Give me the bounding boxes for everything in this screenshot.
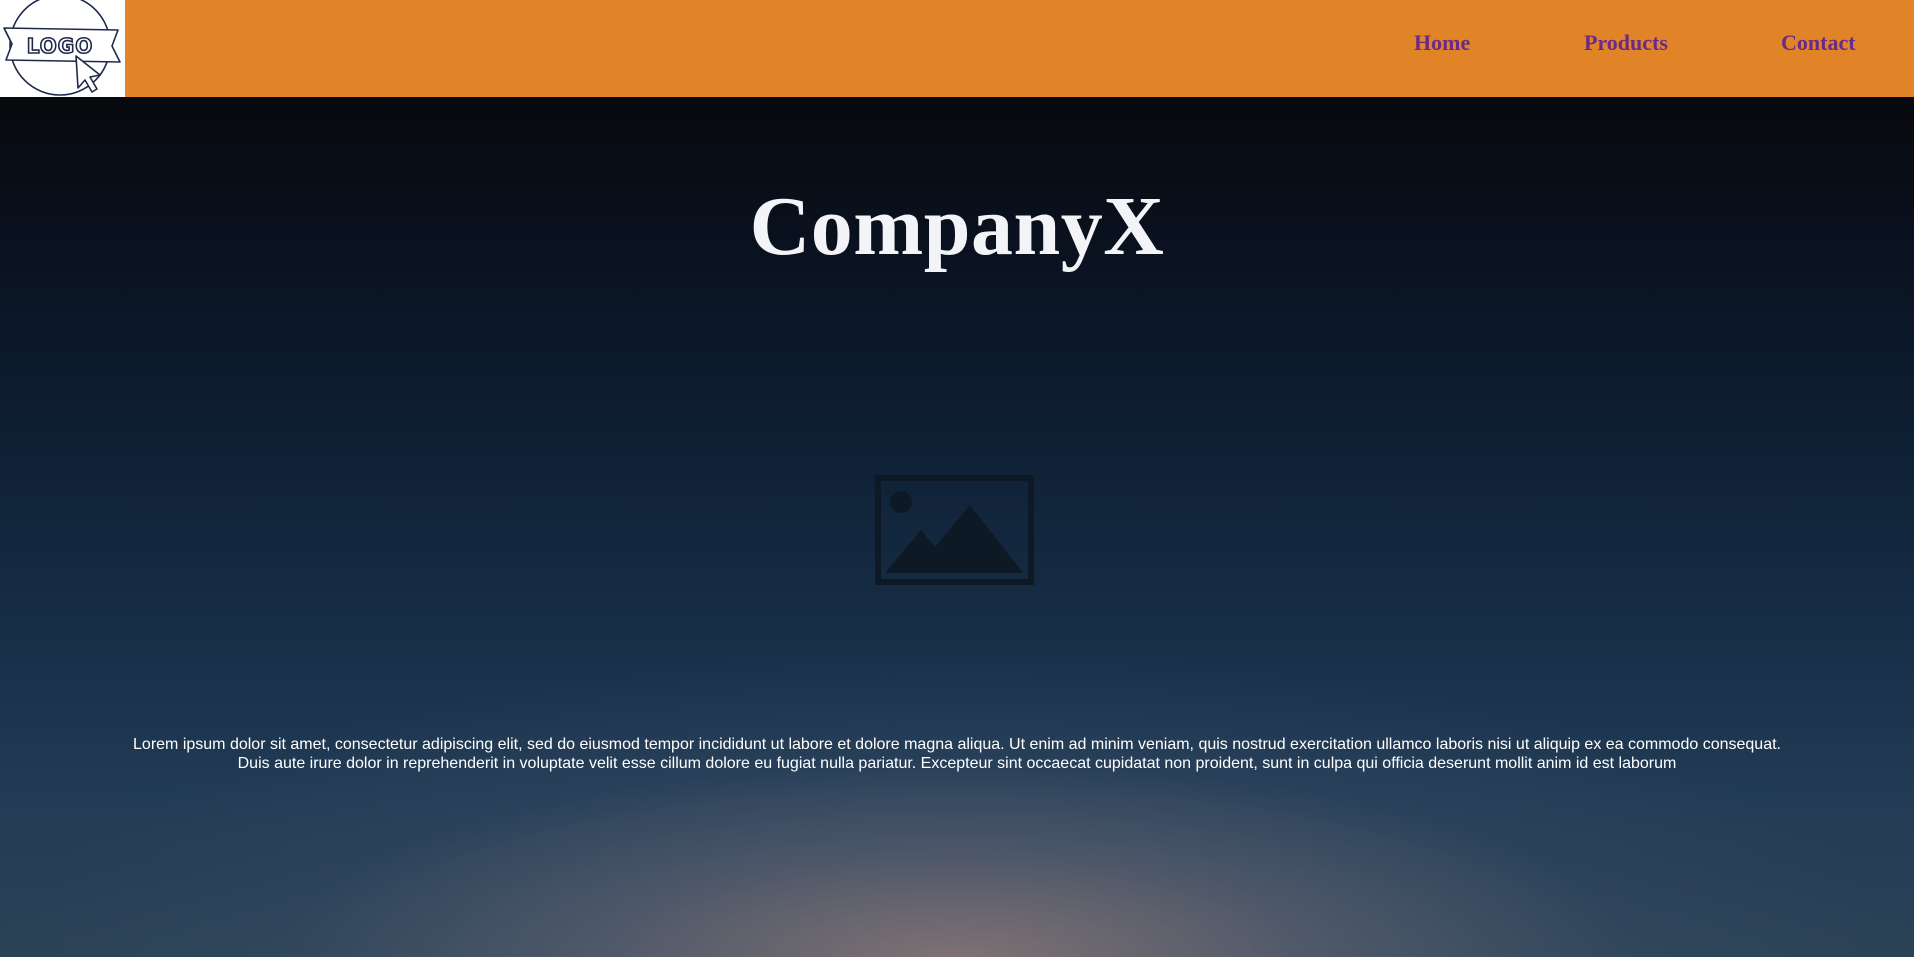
hero-section: CompanyX Lorem ipsum dolor sit amet, con…: [0, 97, 1914, 957]
main-nav: Home Products Contact: [0, 0, 1914, 97]
hero-description: Lorem ipsum dolor sit amet, consectetur …: [133, 736, 1781, 772]
nav-link-products[interactable]: Products: [1584, 30, 1668, 56]
nav-link-home[interactable]: Home: [1414, 30, 1470, 56]
image-placeholder-icon: [875, 475, 1034, 585]
company-title: CompanyX: [749, 180, 1165, 273]
nav-link-contact[interactable]: Contact: [1781, 30, 1856, 56]
top-navbar: LOGO Home Products Contact: [0, 0, 1914, 97]
